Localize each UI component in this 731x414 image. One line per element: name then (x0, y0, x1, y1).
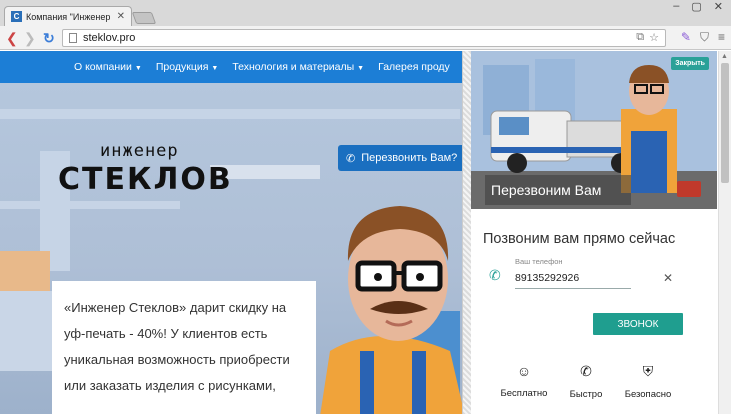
nav-item-technology[interactable]: Технология и материалы ▼ (232, 61, 364, 73)
call-submit-button[interactable]: ЗВОНОК (593, 313, 683, 335)
nav-item-products[interactable]: Продукция ▼ (156, 61, 218, 73)
phone-input[interactable]: 89135292926 (515, 269, 631, 289)
widget-close-button[interactable]: Закрыть (671, 57, 709, 70)
engineer-illustration (320, 206, 465, 414)
callback-button[interactable]: ✆ Перезвонить Вам? (338, 145, 470, 171)
feature-free-label: Бесплатно (500, 388, 548, 399)
smile-icon: ☺ (516, 363, 532, 379)
phone-fast-icon: ✆ (580, 363, 592, 379)
page-scrollbar[interactable]: ▲ (718, 51, 731, 414)
widget-hero-title: Перезвоним Вам (485, 175, 631, 205)
phone-field-label: Ваш телефон (515, 257, 563, 266)
translate-icon[interactable]: ⧉ (636, 31, 644, 44)
feature-fast: ✆ Быстро (551, 363, 621, 400)
feature-fast-label: Быстро (569, 389, 603, 400)
reload-icon[interactable]: ↻ (43, 30, 55, 46)
feature-free: ☺ Бесплатно (489, 363, 559, 399)
browser-tab-strip: С Компания "Инженер С ✕ – ▢ ✕ (0, 0, 731, 26)
tab-close-icon[interactable]: ✕ (117, 11, 125, 22)
close-window-button[interactable]: ✕ (714, 0, 723, 13)
callback-button-label: Перезвонить Вам? (361, 152, 458, 164)
promo-text: «Инженер Стеклов» дарит скидку на уф-печ… (64, 300, 290, 393)
callback-widget: Закрыть Перезвоним Вам Позвоним вам прям… (462, 51, 718, 414)
menu-icon[interactable]: ≡ (718, 30, 725, 45)
widget-heading: Позвоним вам прямо сейчас (483, 231, 676, 247)
logo-top-text[interactable]: инженер (100, 141, 179, 161)
shield-check-icon: ⛨ (642, 363, 654, 379)
logo-bottom-text[interactable]: СТЕКЛОВ (58, 162, 233, 197)
forward-icon[interactable]: ❯ (24, 30, 36, 46)
browser-toolbar: ❮ ❯ ↻ steklov.pro ⧉ ☆ ✎ ⛉ ≡ (0, 26, 731, 50)
favicon-icon: С (11, 11, 22, 22)
scroll-thumb[interactable] (721, 63, 729, 183)
new-tab-button[interactable] (131, 12, 157, 24)
nav-item-gallery[interactable]: Галерея проду (378, 61, 450, 73)
widget-edge (463, 51, 471, 414)
feature-safe: ⛨ Безопасно (613, 363, 683, 400)
extension-pen-icon[interactable]: ✎ (681, 30, 691, 45)
feature-safe-label: Безопасно (624, 389, 672, 400)
phone-icon: ✆ (346, 152, 356, 165)
browser-tab[interactable]: С Компания "Инженер С ✕ (4, 6, 132, 26)
scroll-up-icon[interactable]: ▲ (721, 53, 728, 60)
widget-hero-image: Закрыть Перезвоним Вам (471, 51, 717, 209)
tab-title: Компания "Инженер С (26, 11, 113, 22)
phone-icon: ✆ (489, 267, 501, 283)
clear-phone-icon[interactable]: ✕ (663, 271, 673, 285)
url-text: steklov.pro (83, 32, 136, 44)
maximize-button[interactable]: ▢ (691, 0, 701, 13)
address-bar[interactable]: steklov.pro ⧉ ☆ (62, 29, 666, 47)
window-controls: – ▢ ✕ (673, 0, 723, 13)
promo-text-box: «Инженер Стеклов» дарит скидку на уф-печ… (52, 281, 316, 414)
minimize-button[interactable]: – (673, 0, 679, 13)
page-icon (69, 33, 77, 43)
bookmark-star-icon[interactable]: ☆ (649, 31, 659, 44)
nav-item-about[interactable]: О компании ▼ (74, 61, 142, 73)
extension-shield-icon[interactable]: ⛉ (700, 30, 709, 45)
back-icon[interactable]: ❮ (6, 30, 18, 46)
